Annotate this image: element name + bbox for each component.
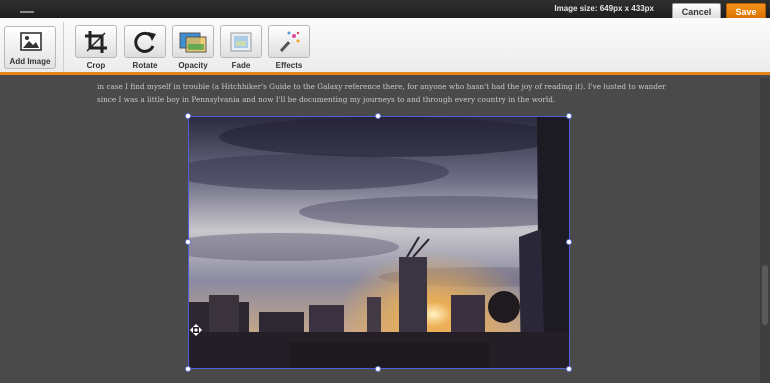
top-bar: Image size: 649px x 433px [0,0,770,18]
opacity-tool[interactable]: Opacity [172,25,214,70]
rotate-label: Rotate [132,61,158,70]
resize-handle[interactable] [375,366,381,372]
image-size-label: Image size: 649px x 433px [554,4,654,13]
rotate-icon [134,31,156,53]
resize-handle[interactable] [566,113,572,119]
opacity-label: Opacity [178,61,208,70]
magic-wand-icon [279,31,300,52]
menu-icon[interactable] [20,11,34,13]
fade-tool[interactable]: Fade [220,25,262,70]
add-image-button[interactable]: Add Image [4,26,56,69]
scrollbar-thumb[interactable] [762,265,768,325]
article-line: in case I find myself in trouble (a Hitc… [97,82,666,91]
editor-toolbar: Add Image Crop Rotate Opacity Fade Effec… [0,18,770,75]
resize-handle[interactable] [185,113,191,119]
opacity-icon [179,32,207,52]
crop-tool[interactable]: Crop [75,25,117,70]
selected-image[interactable] [188,116,570,369]
move-icon[interactable] [190,324,202,336]
scrollbar-track[interactable] [760,78,770,383]
article-text: in case I find myself in trouble (a Hitc… [97,80,697,106]
article-line: since I was a little boy in Pennsylvania… [97,95,556,104]
resize-handle[interactable] [375,113,381,119]
resize-handle[interactable] [185,366,191,372]
city-sunset-photo [189,117,569,368]
crop-label: Crop [86,61,106,70]
toolbar-divider [63,22,64,72]
resize-handle[interactable] [185,239,191,245]
rotate-tool[interactable]: Rotate [124,25,166,70]
effects-tool[interactable]: Effects [268,25,310,70]
image-icon [20,32,42,51]
add-image-label: Add Image [9,57,51,66]
resize-handle[interactable] [566,239,572,245]
fade-label: Fade [231,61,251,70]
fade-icon [230,32,252,51]
resize-handle[interactable] [566,366,572,372]
crop-icon [85,30,107,53]
effects-label: Effects [275,61,303,70]
